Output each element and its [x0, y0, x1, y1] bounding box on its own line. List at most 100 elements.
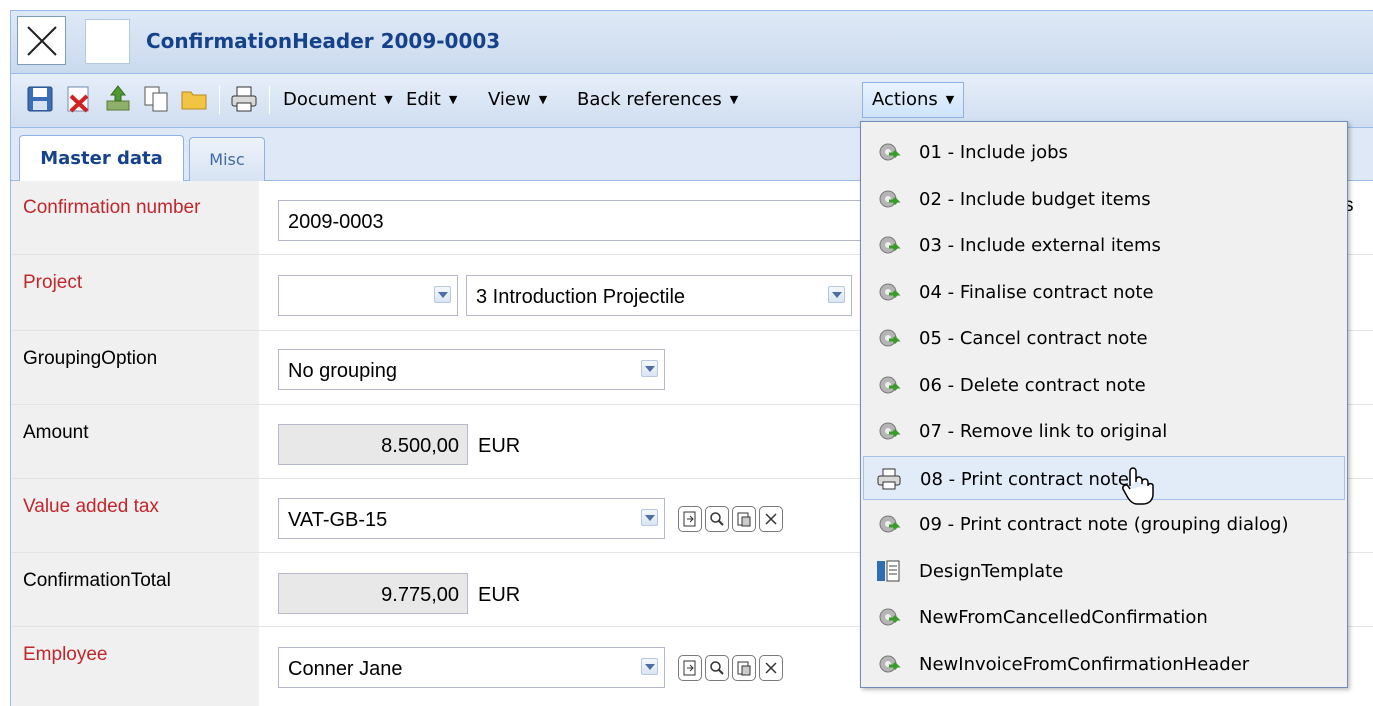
upload-icon[interactable] [103, 84, 133, 114]
menu-item-label: 03 - Include external items [919, 235, 1161, 256]
amount-field: 8.500,00 [278, 424, 468, 465]
tab-misc-label: Misc [209, 150, 245, 169]
employee-open-button[interactable] [678, 655, 702, 681]
project-dropdown[interactable] [821, 276, 851, 315]
menu-back-references[interactable]: Back references ▼ [577, 89, 738, 110]
delete-icon[interactable] [63, 84, 93, 114]
actions-dropdown-menu: 01 - Include jobs 02 - Include budget ite… [860, 121, 1348, 688]
toolbar-separator [219, 86, 220, 114]
project-label: Project [23, 272, 83, 293]
menu-item-label: 05 - Cancel contract note [919, 328, 1148, 349]
employee-paste-button[interactable] [732, 655, 756, 681]
folder-icon[interactable] [179, 84, 209, 114]
menu-item-10[interactable]: DesignTemplate [863, 549, 1345, 593]
open-record-icon [683, 511, 696, 527]
gear-icon [879, 283, 901, 300]
confirmation-total-value: 9.775,00 [381, 584, 459, 606]
tab-master-data[interactable]: Master data [19, 135, 184, 181]
search-icon [710, 661, 724, 675]
menu-item-11[interactable]: NewFromCancelledConfirmation [863, 595, 1345, 639]
chevron-down-icon [828, 286, 845, 303]
clipboard-icon [737, 512, 751, 527]
chevron-down-icon: ▼ [448, 93, 458, 106]
window-title: ConfirmationHeader 2009-0003 [146, 29, 501, 53]
confirmation-total-label: ConfirmationTotal [23, 570, 171, 591]
confirmation-number-field[interactable]: 2009-0003 [278, 200, 878, 241]
employee-dropdown[interactable] [634, 648, 664, 687]
copy-icon[interactable] [141, 84, 171, 114]
close-button[interactable] [17, 16, 66, 65]
gear-icon [879, 143, 901, 161]
toolbar-separator [269, 86, 270, 114]
vat-clear-button[interactable] [759, 506, 783, 532]
menu-actions-label: Actions [872, 89, 938, 110]
gear-icon [879, 608, 901, 626]
menu-item-05[interactable]: 05 - Cancel contract note [863, 316, 1345, 360]
vat-open-button[interactable] [678, 506, 702, 532]
gear-icon [879, 376, 901, 393]
template-icon [877, 560, 900, 581]
menu-item-label: DesignTemplate [919, 560, 1064, 582]
menu-view[interactable]: View ▼ [488, 89, 547, 110]
menu-actions[interactable]: Actions ▼ [862, 82, 965, 118]
gear-icon [879, 422, 901, 440]
gear-icon [879, 655, 901, 672]
project-value: 3 Introduction Projectile [476, 286, 686, 308]
chevron-down-icon [434, 286, 451, 303]
menu-back-references-label: Back references [577, 89, 722, 110]
clear-icon [765, 662, 777, 674]
gear-icon [879, 236, 901, 254]
print-icon[interactable] [229, 84, 259, 114]
tab-master-data-label: Master data [40, 148, 163, 169]
vat-paste-button[interactable] [732, 506, 756, 532]
menu-edit-label: Edit [406, 89, 441, 110]
confirmation-number-label: Confirmation number [23, 197, 201, 218]
chevron-down-icon [641, 509, 658, 526]
grouping-option-label: GroupingOption [23, 348, 158, 369]
tab-misc[interactable]: Misc [189, 137, 265, 181]
menu-item-07[interactable]: 07 - Remove link to original [863, 409, 1345, 453]
chevron-down-icon: ▼ [729, 93, 739, 106]
save-icon[interactable] [25, 84, 55, 114]
vat-dropdown[interactable] [634, 499, 664, 538]
menu-item-label: 06 - Delete contract note [919, 374, 1146, 396]
grouping-option-combo[interactable]: No grouping [278, 349, 665, 390]
menu-document[interactable]: Document ▼ [283, 89, 393, 110]
window-icon-box [85, 19, 130, 64]
grouping-option-value: No grouping [288, 360, 397, 382]
project-code-combo[interactable] [278, 275, 458, 316]
menu-item-02[interactable]: 02 - Include budget items [863, 177, 1345, 221]
menu-item-label: NewFromCancelledConfirmation [919, 607, 1208, 628]
confirmation-number-value: 2009-0003 [288, 211, 384, 233]
grouping-option-dropdown[interactable] [634, 350, 664, 389]
chevron-down-icon: ▼ [538, 93, 548, 106]
search-icon [710, 512, 724, 526]
menu-item-08[interactable]: 08 - Print contract note [863, 455, 1345, 500]
menu-item-label: 01 - Include jobs [919, 142, 1068, 163]
employee-clear-button[interactable] [759, 655, 783, 681]
menu-item-12[interactable]: NewInvoiceFromConfirmationHeader [863, 642, 1345, 686]
menu-document-label: Document [283, 89, 377, 110]
project-code-dropdown[interactable] [427, 276, 457, 315]
menu-item-03[interactable]: 03 - Include external items [863, 223, 1345, 267]
menu-item-09[interactable]: 09 - Print contract note (grouping dialo… [863, 502, 1345, 546]
amount-label: Amount [23, 422, 89, 443]
clear-icon [765, 513, 777, 525]
confirmation-total-field: 9.775,00 [278, 573, 468, 614]
chevron-down-icon: ▼ [384, 93, 393, 106]
menu-item-label: 07 - Remove link to original [919, 421, 1168, 442]
menu-item-label: 04 - Finalise contract note [919, 281, 1154, 303]
menu-item-06[interactable]: 06 - Delete contract note [863, 363, 1345, 407]
project-combo[interactable]: 3 Introduction Projectile [466, 275, 852, 316]
employee-search-button[interactable] [705, 655, 729, 681]
menu-edit[interactable]: Edit ▼ [406, 89, 457, 110]
menu-item-01[interactable]: 01 - Include jobs [863, 130, 1345, 174]
vat-combo[interactable]: VAT-GB-15 [278, 498, 665, 539]
employee-combo[interactable]: Conner Jane [278, 647, 665, 688]
vat-search-button[interactable] [705, 506, 729, 532]
close-icon [27, 26, 57, 56]
clipboard-icon [737, 661, 751, 676]
chevron-down-icon [641, 658, 658, 675]
vat-label: Value added tax [23, 496, 159, 517]
menu-item-04[interactable]: 04 - Finalise contract note [863, 270, 1345, 314]
